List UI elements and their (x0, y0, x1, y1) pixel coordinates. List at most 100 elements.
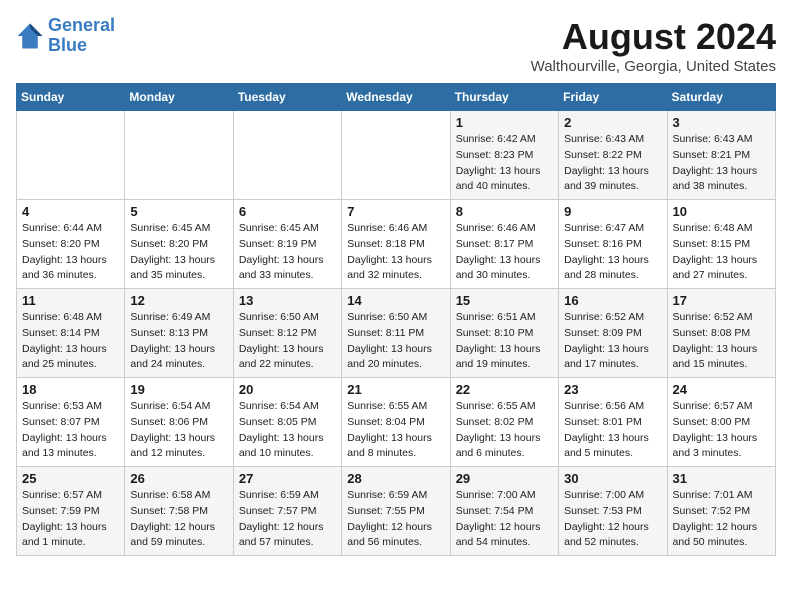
day-number: 6 (239, 204, 336, 219)
calendar-cell (17, 111, 125, 200)
day-info: Sunrise: 6:50 AM Sunset: 8:11 PM Dayligh… (347, 310, 444, 373)
day-number: 29 (456, 471, 553, 486)
calendar-cell: 23 Sunrise: 6:56 AM Sunset: 8:01 PM Dayli… (559, 378, 667, 467)
calendar-cell: 16Sunrise: 6:52 AM Sunset: 8:09 PM Dayli… (559, 289, 667, 378)
day-info: Sunrise: 7:00 AM Sunset: 7:54 PM Dayligh… (456, 488, 553, 551)
logo: General Blue (16, 16, 115, 56)
calendar-cell: 10 Sunrise: 6:48 AM Sunset: 8:15 PM Dayli… (667, 200, 775, 289)
day-number: 25 (22, 471, 119, 486)
day-number: 16 (564, 293, 661, 308)
day-number: 31 (673, 471, 770, 486)
day-number: 4 (22, 204, 119, 219)
day-number: 18 (22, 382, 119, 397)
calendar-week-row: 1Sunrise: 6:42 AM Sunset: 8:23 PM Daylig… (17, 111, 776, 200)
calendar-cell: 11Sunrise: 6:48 AM Sunset: 8:14 PM Dayli… (17, 289, 125, 378)
day-info: Sunrise: 6:59 AM Sunset: 7:57 PM Dayligh… (239, 488, 336, 551)
calendar-week-row: 11Sunrise: 6:48 AM Sunset: 8:14 PM Dayli… (17, 289, 776, 378)
calendar-week-row: 4 Sunrise: 6:44 AM Sunset: 8:20 PM Daylig… (17, 200, 776, 289)
title-area: August 2024 Walthourville, Georgia, Unit… (531, 16, 776, 75)
calendar-cell: 4 Sunrise: 6:44 AM Sunset: 8:20 PM Daylig… (17, 200, 125, 289)
calendar-cell: 31 Sunrise: 7:01 AM Sunset: 7:52 PM Dayli… (667, 467, 775, 556)
day-number: 21 (347, 382, 444, 397)
calendar-cell: 24Sunrise: 6:57 AM Sunset: 8:00 PM Dayli… (667, 378, 775, 467)
day-number: 30 (564, 471, 661, 486)
weekday-header-tuesday: Tuesday (233, 84, 341, 111)
weekday-header-friday: Friday (559, 84, 667, 111)
logo-line1: General (48, 15, 115, 35)
day-info: Sunrise: 7:00 AM Sunset: 7:53 PM Dayligh… (564, 488, 661, 551)
day-number: 8 (456, 204, 553, 219)
day-info: Sunrise: 6:48 AM Sunset: 8:14 PM Dayligh… (22, 310, 119, 373)
calendar-cell: 30 Sunrise: 7:00 AM Sunset: 7:53 PM Dayli… (559, 467, 667, 556)
calendar-week-row: 25Sunrise: 6:57 AM Sunset: 7:59 PM Dayli… (17, 467, 776, 556)
day-number: 14 (347, 293, 444, 308)
calendar-cell: 9 Sunrise: 6:47 AM Sunset: 8:16 PM Daylig… (559, 200, 667, 289)
calendar-table: SundayMondayTuesdayWednesdayThursdayFrid… (16, 83, 776, 556)
day-number: 2 (564, 115, 661, 130)
day-number: 17 (673, 293, 770, 308)
day-number: 12 (130, 293, 227, 308)
day-info: Sunrise: 6:58 AM Sunset: 7:58 PM Dayligh… (130, 488, 227, 551)
day-info: Sunrise: 6:57 AM Sunset: 8:00 PM Dayligh… (673, 399, 770, 462)
day-info: Sunrise: 6:45 AM Sunset: 8:19 PM Dayligh… (239, 221, 336, 284)
calendar-cell: 29 Sunrise: 7:00 AM Sunset: 7:54 PM Dayli… (450, 467, 558, 556)
day-number: 10 (673, 204, 770, 219)
calendar-cell (342, 111, 450, 200)
calendar-cell: 2 Sunrise: 6:43 AM Sunset: 8:22 PM Daylig… (559, 111, 667, 200)
day-info: Sunrise: 6:55 AM Sunset: 8:04 PM Dayligh… (347, 399, 444, 462)
calendar-week-row: 18Sunrise: 6:53 AM Sunset: 8:07 PM Dayli… (17, 378, 776, 467)
calendar-cell: 12Sunrise: 6:49 AM Sunset: 8:13 PM Dayli… (125, 289, 233, 378)
day-info: Sunrise: 6:51 AM Sunset: 8:10 PM Dayligh… (456, 310, 553, 373)
weekday-header-saturday: Saturday (667, 84, 775, 111)
calendar-cell: 8 Sunrise: 6:46 AM Sunset: 8:17 PM Daylig… (450, 200, 558, 289)
calendar-cell: 18Sunrise: 6:53 AM Sunset: 8:07 PM Dayli… (17, 378, 125, 467)
calendar-cell: 17 Sunrise: 6:52 AM Sunset: 8:08 PM Dayli… (667, 289, 775, 378)
day-number: 28 (347, 471, 444, 486)
calendar-cell: 3Sunrise: 6:43 AM Sunset: 8:21 PM Daylig… (667, 111, 775, 200)
day-info: Sunrise: 6:55 AM Sunset: 8:02 PM Dayligh… (456, 399, 553, 462)
calendar-cell: 6 Sunrise: 6:45 AM Sunset: 8:19 PM Daylig… (233, 200, 341, 289)
day-number: 26 (130, 471, 227, 486)
calendar-cell: 19 Sunrise: 6:54 AM Sunset: 8:06 PM Dayli… (125, 378, 233, 467)
day-info: Sunrise: 6:43 AM Sunset: 8:21 PM Dayligh… (673, 132, 770, 195)
day-info: Sunrise: 6:59 AM Sunset: 7:55 PM Dayligh… (347, 488, 444, 551)
day-number: 7 (347, 204, 444, 219)
day-info: Sunrise: 6:45 AM Sunset: 8:20 PM Dayligh… (130, 221, 227, 284)
logo-icon (16, 22, 44, 50)
calendar-cell: 28 Sunrise: 6:59 AM Sunset: 7:55 PM Dayli… (342, 467, 450, 556)
day-info: Sunrise: 6:46 AM Sunset: 8:18 PM Dayligh… (347, 221, 444, 284)
weekday-header-thursday: Thursday (450, 84, 558, 111)
day-number: 9 (564, 204, 661, 219)
day-info: Sunrise: 6:54 AM Sunset: 8:05 PM Dayligh… (239, 399, 336, 462)
location: Walthourville, Georgia, United States (531, 58, 776, 75)
calendar-cell (233, 111, 341, 200)
weekday-header-monday: Monday (125, 84, 233, 111)
calendar-cell: 25Sunrise: 6:57 AM Sunset: 7:59 PM Dayli… (17, 467, 125, 556)
day-number: 15 (456, 293, 553, 308)
calendar-cell: 22 Sunrise: 6:55 AM Sunset: 8:02 PM Dayli… (450, 378, 558, 467)
day-number: 22 (456, 382, 553, 397)
logo-line2: Blue (48, 35, 87, 55)
calendar-cell: 5 Sunrise: 6:45 AM Sunset: 8:20 PM Daylig… (125, 200, 233, 289)
day-info: Sunrise: 6:43 AM Sunset: 8:22 PM Dayligh… (564, 132, 661, 195)
day-info: Sunrise: 7:01 AM Sunset: 7:52 PM Dayligh… (673, 488, 770, 551)
calendar-cell: 15 Sunrise: 6:51 AM Sunset: 8:10 PM Dayli… (450, 289, 558, 378)
day-info: Sunrise: 6:42 AM Sunset: 8:23 PM Dayligh… (456, 132, 553, 195)
day-info: Sunrise: 6:48 AM Sunset: 8:15 PM Dayligh… (673, 221, 770, 284)
day-number: 23 (564, 382, 661, 397)
day-number: 19 (130, 382, 227, 397)
day-number: 5 (130, 204, 227, 219)
month-year: August 2024 (531, 16, 776, 58)
day-info: Sunrise: 6:54 AM Sunset: 8:06 PM Dayligh… (130, 399, 227, 462)
calendar-cell: 7 Sunrise: 6:46 AM Sunset: 8:18 PM Daylig… (342, 200, 450, 289)
day-info: Sunrise: 6:47 AM Sunset: 8:16 PM Dayligh… (564, 221, 661, 284)
day-info: Sunrise: 6:44 AM Sunset: 8:20 PM Dayligh… (22, 221, 119, 284)
day-info: Sunrise: 6:56 AM Sunset: 8:01 PM Dayligh… (564, 399, 661, 462)
day-number: 13 (239, 293, 336, 308)
day-number: 20 (239, 382, 336, 397)
day-info: Sunrise: 6:46 AM Sunset: 8:17 PM Dayligh… (456, 221, 553, 284)
day-number: 27 (239, 471, 336, 486)
day-info: Sunrise: 6:52 AM Sunset: 8:08 PM Dayligh… (673, 310, 770, 373)
weekday-header-row: SundayMondayTuesdayWednesdayThursdayFrid… (17, 84, 776, 111)
calendar-cell: 14 Sunrise: 6:50 AM Sunset: 8:11 PM Dayli… (342, 289, 450, 378)
